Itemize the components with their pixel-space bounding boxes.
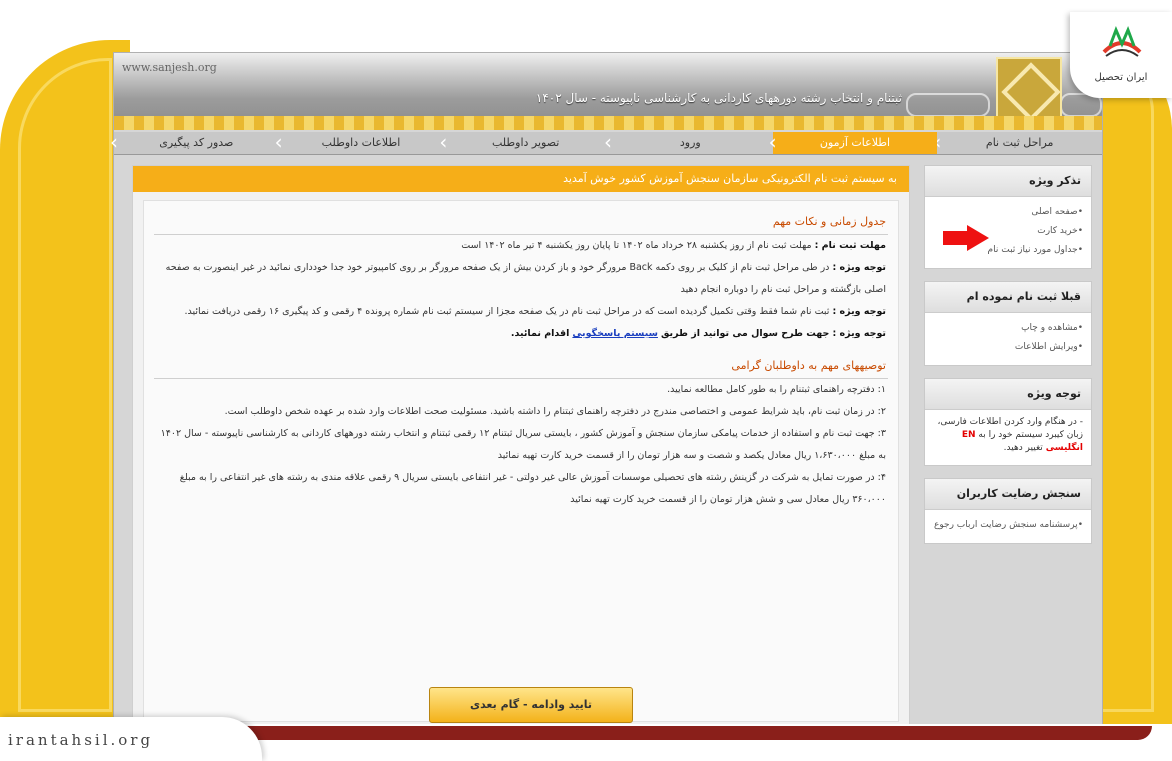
next-step-button[interactable]: تایید وادامه - گام بعدی [429, 687, 633, 723]
deadline-text: مهلت ثبت نام از روز یکشنبه ۲۸ خرداد ماه … [461, 240, 812, 251]
step-navigation: مراحل ثبت نام اطلاعات آزمون ورود تصویر د… [110, 132, 1102, 155]
red-arrow-head-icon [967, 225, 989, 251]
section-title-recommendations: توصیههای مهم به داوطلبان گرامی [731, 359, 886, 372]
sidebar-link-home[interactable]: صفحه اصلی [933, 203, 1083, 222]
note3-paragraph: توجه ویژه : جهت طرح سوال می توانید از طر… [144, 323, 898, 345]
note-text-after: تغییر دهید. [1003, 443, 1043, 453]
nav-step-tracking-code[interactable]: صدور کد پیگیری [110, 132, 279, 154]
main-panel: به سیستم ثبت نام الکترونیکی سازمان سنجش … [132, 165, 910, 727]
sidebar-box-important: تذکر ویژه صفحه اصلی خرید کارت جداول مورد… [924, 165, 1092, 269]
note2-text: ثبت نام شما فقط وقتی تکمیل گردیده است که… [184, 306, 830, 317]
sanjesh-logo [996, 57, 1062, 123]
sidebar-link-edit-info[interactable]: ویرایش اطلاعات [933, 338, 1083, 357]
photo-frame: www.sanjesh.org ثبتنام و انتخاب رشته دور… [0, 0, 1172, 761]
note3-label: توجه ویژه : [832, 328, 886, 339]
note3-text-after: اقدام نمائید. [510, 328, 570, 339]
nav-step-login[interactable]: ورود [604, 132, 773, 154]
recommendation-2: ۲: در زمان ثبت نام، باید شرایط عمومی و ا… [224, 406, 886, 417]
nav-step-registration-steps[interactable]: مراحل ثبت نام [933, 132, 1102, 154]
sidebar-box-attention: توجه ویژه - در هنگام وارد کردن اطلاعات ف… [924, 378, 1092, 466]
recommendation-3: ۳: جهت ثبت نام و استفاده از خدمات پیامکی… [160, 428, 886, 461]
sidebar-box-title: تذکر ویژه [925, 166, 1091, 197]
sidebar-box-registered: قبلا ثبت نام نموده ام مشاهده و چاپ ویرای… [924, 281, 1092, 366]
brand-name: ایران تحصیل [1094, 72, 1148, 83]
website-screenshot: www.sanjesh.org ثبتنام و انتخاب رشته دور… [110, 52, 1103, 728]
brand-logo-icon [1102, 25, 1142, 57]
site-title: ثبتنام و انتخاب رشته دورههای کاردانی به … [535, 91, 902, 105]
sidebar-link-view-print[interactable]: مشاهده و چاپ [933, 319, 1083, 338]
watermark-text: irantahsil.org [8, 731, 154, 749]
decorative-pattern-strip [114, 116, 1102, 130]
nav-step-exam-info[interactable]: اطلاعات آزمون [769, 132, 938, 154]
content-area: جدول زمانی و نکات مهم مهلت ثبت نام : مهل… [143, 200, 899, 723]
red-arrow-icon [943, 231, 969, 245]
brand-badge: ایران تحصیل [1070, 12, 1172, 98]
note3-text-before: جهت طرح سوال می توانید از طریق [660, 328, 830, 339]
keyboard-language-note: - در هنگام وارد کردن اطلاعات فارسی، زبان… [925, 410, 1091, 465]
recommendation-4: ۴: در صورت تمایل به شرکت در گزینش رشته ه… [179, 472, 886, 505]
note1-text: در طی مراحل ثبت نام از کلیک بر روی دکمه … [165, 262, 886, 295]
site-header: www.sanjesh.org ثبتنام و انتخاب رشته دور… [114, 53, 1102, 130]
nav-step-candidate-photo[interactable]: تصویر داوطلب [439, 132, 608, 154]
deadline-paragraph: مهلت ثبت نام : مهلت ثبت نام از روز یکشنب… [144, 235, 898, 257]
site-url: www.sanjesh.org [122, 61, 217, 74]
recommendation-1: ۱: دفترچه راهنمای ثبتنام را به طور کامل … [667, 384, 886, 395]
section-title-schedule: جدول زمانی و نکات مهم [772, 215, 886, 228]
note2-label: توجه ویژه : [832, 306, 886, 317]
note1-paragraph: توجه ویژه : در طی مراحل ثبت نام از کلیک … [144, 257, 898, 301]
note2-paragraph: توجه ویژه : ثبت نام شما فقط وقتی تکمیل گ… [144, 301, 898, 323]
note1-label: توجه ویژه : [832, 262, 886, 273]
bottom-red-strip [150, 726, 1152, 740]
sidebar-box-title: توجه ویژه [925, 379, 1091, 410]
sidebar-box-title: سنجش رضایت کاربران [925, 479, 1091, 510]
sidebar: تذکر ویژه صفحه اصلی خرید کارت جداول مورد… [924, 165, 1092, 556]
sidebar-box-satisfaction: سنجش رضایت کاربران پرسشنامه سنجش رضایت ا… [924, 478, 1092, 544]
watermark-badge: irantahsil.org [0, 717, 262, 761]
sidebar-link-survey[interactable]: پرسشنامه سنجش رضایت ارباب رجوع [933, 516, 1083, 535]
note-text-before: - در هنگام وارد کردن اطلاعات فارسی، زبان… [937, 417, 1083, 440]
support-system-link[interactable]: سیستم پاسخگویی [572, 328, 658, 339]
ornament-icon [906, 93, 990, 117]
deadline-label: مهلت ثبت نام : [814, 240, 886, 251]
nav-step-candidate-info[interactable]: اطلاعات داوطلب [275, 132, 444, 154]
welcome-banner: به سیستم ثبت نام الکترونیکی سازمان سنجش … [133, 166, 909, 192]
sidebar-box-title: قبلا ثبت نام نموده ام [925, 282, 1091, 313]
